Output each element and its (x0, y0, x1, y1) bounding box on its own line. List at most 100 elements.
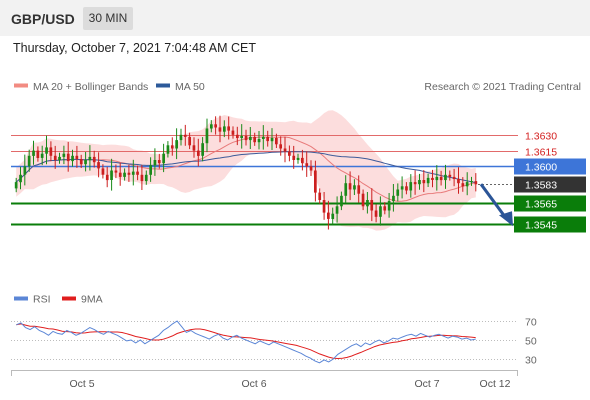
candle-body (218, 127, 222, 132)
candle-body (439, 176, 443, 181)
candle-body (426, 177, 430, 184)
candle-body (19, 174, 22, 183)
rsi-panel: 70 50 30 (11, 317, 537, 367)
candle-body (58, 156, 61, 161)
candle-body (318, 192, 322, 200)
candle-body (435, 176, 439, 181)
candle-body (257, 139, 261, 143)
candle-body (175, 140, 178, 149)
candle-body (387, 201, 391, 211)
rsi-level-70-label: 70 (525, 317, 537, 329)
x-label-oct12: Oct 12 (480, 378, 511, 390)
candle-body (370, 200, 374, 211)
rsi-ma-legend-label: 9MA (81, 294, 103, 306)
candle-body (470, 181, 473, 183)
candle-body (62, 153, 66, 157)
candle-body (253, 136, 256, 143)
candle-body (353, 185, 356, 190)
candle-body (166, 145, 170, 154)
candle-body (84, 160, 87, 165)
candle-body (457, 179, 460, 184)
candle-body (309, 166, 313, 171)
x-label-oct5: Oct 5 (69, 378, 94, 390)
candle-body (114, 170, 118, 173)
candle-body (201, 143, 204, 156)
candle-body (131, 171, 135, 175)
candle-body (71, 155, 74, 162)
candle-body (474, 181, 478, 185)
candle-body (157, 160, 161, 164)
ma50-legend-label: MA 50 (175, 81, 205, 93)
candle-body (314, 170, 317, 193)
candle-body (400, 186, 404, 190)
candle-body (123, 172, 126, 177)
rsi-level-50-label: 50 (525, 336, 537, 348)
x-label-oct7: Oct 7 (414, 378, 439, 390)
candle-body (53, 155, 57, 160)
candle-body (288, 151, 291, 156)
candle-body (188, 136, 191, 146)
candle-body (340, 195, 343, 207)
rsi-ma-legend-swatch (62, 296, 76, 301)
candle-body (118, 172, 122, 177)
candle-body (392, 195, 395, 202)
candle-body (270, 138, 274, 142)
level-13600-label: 1.3600 (525, 162, 557, 174)
candle-body (227, 126, 230, 131)
ma50-legend-swatch (156, 83, 170, 88)
candle-body (357, 185, 361, 194)
candle-body (210, 124, 213, 129)
level-labels: 1.3630 1.3615 1.3600 1.3583 1.3565 1.3545 (514, 131, 586, 233)
candle-body (266, 136, 269, 142)
candle-body (444, 174, 447, 181)
candle-body (461, 183, 465, 187)
level-13615-label: 1.3615 (525, 147, 557, 159)
candle-body (144, 174, 148, 182)
candle-body (413, 182, 417, 185)
level-13630-label: 1.3630 (525, 131, 557, 143)
candle-body (197, 150, 200, 156)
candle-body (422, 180, 426, 184)
level-13545-label: 1.3545 (525, 220, 557, 232)
rsi-level-30-label: 30 (525, 355, 537, 367)
candle-body (23, 166, 27, 175)
x-label-oct6: Oct 6 (241, 378, 266, 390)
candle-body (296, 157, 300, 160)
candle-body (465, 182, 469, 187)
candle-body (105, 174, 109, 181)
candle-body (49, 147, 53, 156)
candle-body (140, 174, 144, 182)
candle-body (322, 200, 326, 213)
candle-body (27, 155, 31, 167)
candle-body (396, 189, 400, 196)
candle-body (361, 193, 365, 207)
candle-body (301, 157, 304, 164)
candle-body (97, 162, 100, 169)
candle-body (335, 206, 339, 214)
candle-body (262, 136, 265, 139)
candle-body (344, 183, 348, 196)
candle-body (223, 126, 226, 132)
candle-body (448, 174, 452, 177)
candle-body (236, 134, 239, 138)
candle-body (183, 134, 187, 137)
candle-body (214, 124, 217, 128)
candle-body (192, 145, 196, 151)
candle-body (231, 130, 235, 135)
candle-body (409, 182, 413, 191)
candle-body (405, 186, 408, 191)
candle-body (240, 135, 243, 138)
candle-body (36, 150, 40, 158)
candle-body (283, 148, 287, 152)
ma20-legend-label: MA 20 + Bollinger Bands (33, 81, 148, 93)
candle-body (249, 136, 252, 141)
candle-body (32, 150, 35, 156)
candle-body (136, 171, 139, 175)
candle-body (327, 212, 330, 219)
candle-body (45, 147, 48, 154)
rsi-legend-label: RSI (33, 294, 51, 306)
credit-text: Research © 2021 Trading Central (424, 81, 581, 93)
price-chart: MA 20 + Bollinger Bands MA 50 Research ©… (11, 81, 586, 390)
candle-body (379, 206, 382, 217)
rsi-line (16, 320, 476, 364)
